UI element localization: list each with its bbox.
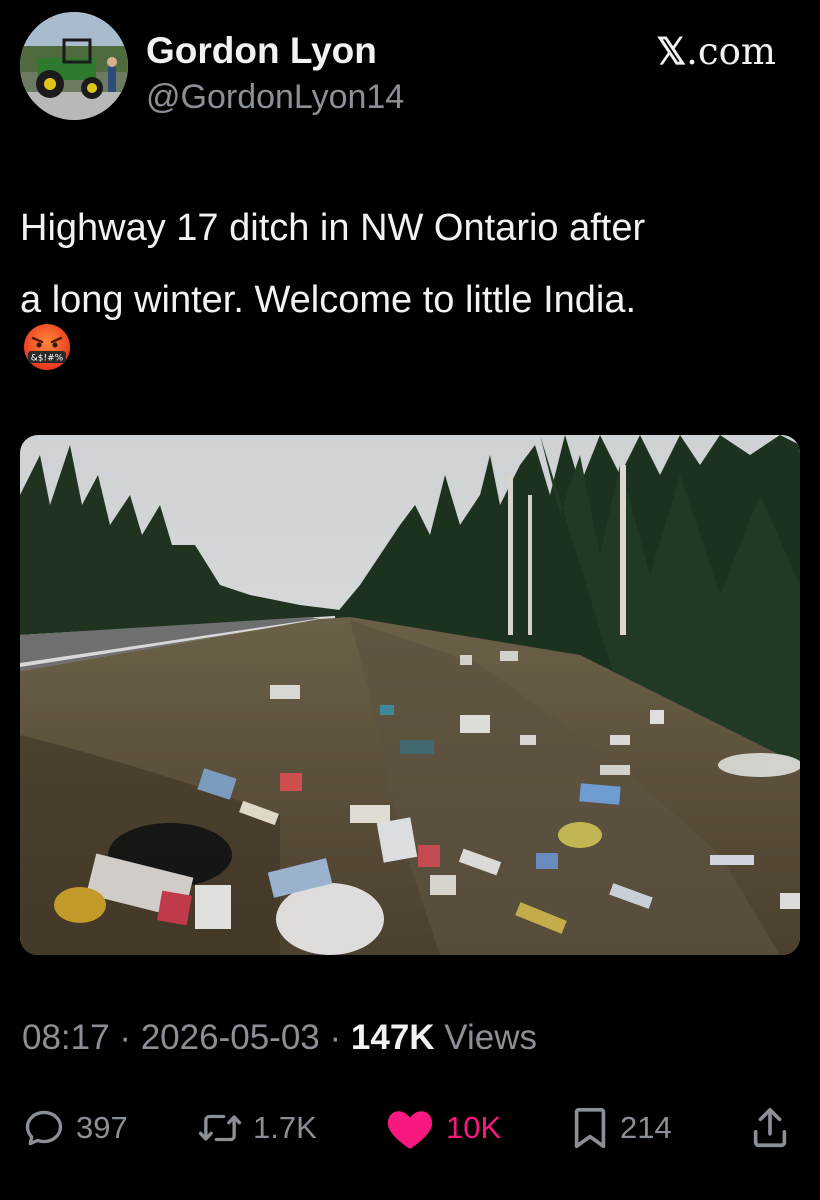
brand-suffix: .com — [686, 30, 776, 73]
meta-separator: · — [329, 1018, 342, 1057]
tweet-header: Gordon Lyon @GordonLyon14 𝕏.com — [18, 12, 808, 124]
tweet-meta: 08:17 · 2026-05-03 · 147K Views — [22, 1018, 537, 1058]
views-label: Views — [444, 1018, 538, 1057]
bookmark-count: 214 — [620, 1110, 672, 1145]
like-count: 10K — [446, 1110, 502, 1145]
reply-button[interactable]: 397 — [22, 1098, 128, 1158]
heart-icon — [387, 1111, 433, 1149]
reply-icon — [25, 1110, 63, 1146]
bookmark-icon — [574, 1107, 606, 1149]
repost-icon — [198, 1114, 242, 1142]
like-button[interactable]: 10K — [384, 1098, 501, 1158]
repost-count: 1.7K — [253, 1110, 317, 1145]
views-count: 147K — [350, 1018, 435, 1057]
author-handle[interactable]: @GordonLyon14 — [146, 78, 404, 117]
x-brand: 𝕏.com — [656, 30, 776, 73]
svg-text:&$!#%: &$!#% — [31, 354, 64, 364]
tweet-text: Highway 17 ditch in NW Ontario after a l… — [20, 207, 646, 322]
author-display-name[interactable]: Gordon Lyon — [146, 30, 377, 72]
reply-count: 397 — [76, 1110, 128, 1145]
share-icon — [753, 1107, 787, 1148]
tweet-date[interactable]: 2026-05-03 — [141, 1018, 320, 1057]
tweet-time[interactable]: 08:17 — [22, 1018, 110, 1057]
bookmark-button[interactable]: 214 — [570, 1098, 672, 1158]
tweet-actions: 397 1.7K 10K 214 — [22, 1098, 802, 1158]
face-with-symbols-on-mouth-icon: &$!#% — [24, 324, 70, 370]
meta-separator: · — [119, 1018, 131, 1057]
share-button[interactable] — [750, 1098, 790, 1158]
author-avatar[interactable] — [20, 12, 128, 120]
tweet-media-photo[interactable] — [20, 435, 800, 955]
tractor-avatar-icon — [20, 12, 128, 120]
x-logo-icon: 𝕏 — [656, 31, 687, 72]
roadside-ditch-litter-photo-icon — [20, 435, 800, 955]
repost-button[interactable]: 1.7K — [197, 1098, 317, 1158]
